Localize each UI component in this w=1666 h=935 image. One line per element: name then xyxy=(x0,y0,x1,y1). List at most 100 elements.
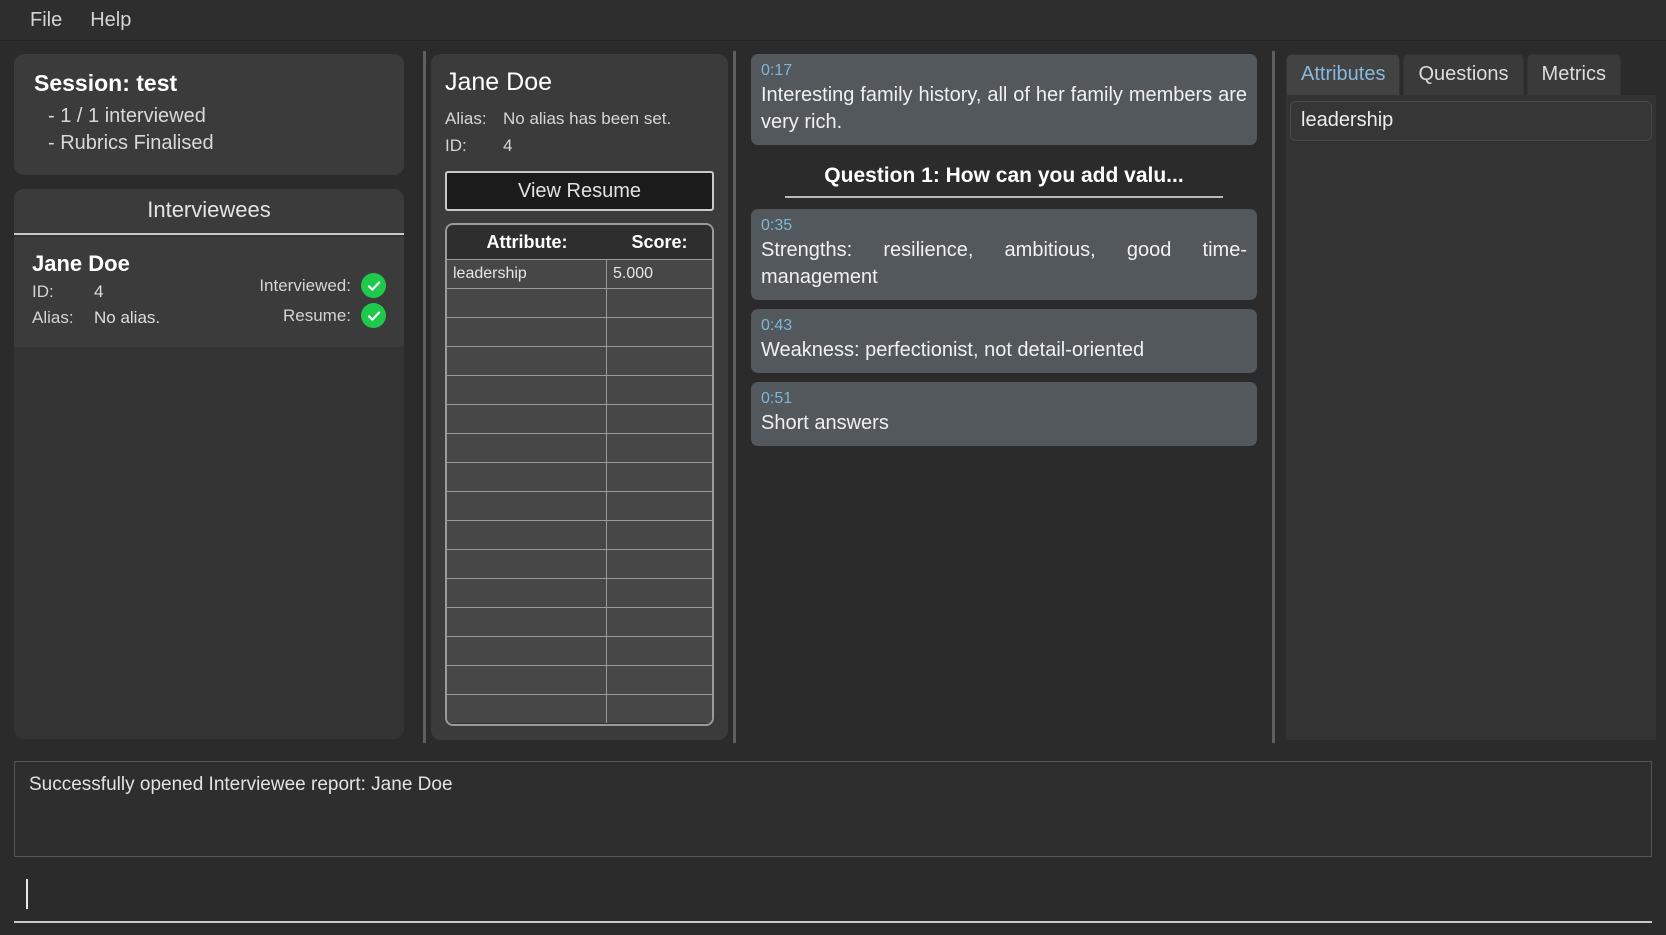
check-circle-icon xyxy=(361,273,386,298)
profile-alias-value: No alias has been set. xyxy=(503,109,672,128)
table-row[interactable] xyxy=(447,578,712,607)
list-item[interactable]: Jane Doe ID: 4 Alias: No alias. Intervie… xyxy=(14,237,404,347)
table-row[interactable] xyxy=(447,317,712,346)
cell-attribute xyxy=(447,550,607,578)
transcript-text: Strengths: resilience, ambitious, good t… xyxy=(761,239,1247,288)
table-row[interactable] xyxy=(447,491,712,520)
cell-attribute xyxy=(447,434,607,462)
splitter-right[interactable] xyxy=(1272,51,1275,743)
cell-score xyxy=(607,637,712,665)
cell-attribute xyxy=(447,695,607,723)
command-input[interactable] xyxy=(14,867,1652,923)
table-row[interactable] xyxy=(447,433,712,462)
tab-questions[interactable]: Questions xyxy=(1403,54,1524,95)
table-row[interactable] xyxy=(447,346,712,375)
cell-attribute xyxy=(447,579,607,607)
cell-attribute xyxy=(447,347,607,375)
splitter-profile[interactable] xyxy=(733,51,736,743)
table-header-row: Attribute: Score: xyxy=(447,225,712,259)
cell-score xyxy=(607,376,712,404)
cell-attribute xyxy=(447,608,607,636)
transcript-timestamp: 0:51 xyxy=(761,390,793,407)
session-title: Session: test xyxy=(34,70,178,96)
interviewee-status-group: Interviewed: Resume: xyxy=(259,251,386,328)
cell-score xyxy=(607,608,712,636)
table-row[interactable] xyxy=(447,288,712,317)
cell-attribute xyxy=(447,463,607,491)
interviewees-panel: Interviewees Jane Doe ID: 4 Alias: No al… xyxy=(14,189,404,739)
transcript-entry[interactable]: 0:17 Interesting family history, all of h… xyxy=(751,54,1257,145)
main-content-row: Session: test - 1 / 1 interviewed - Rubr… xyxy=(0,41,1666,753)
cell-score xyxy=(607,550,712,578)
splitter-left[interactable] xyxy=(423,51,426,743)
interviewee-id-label: ID: xyxy=(32,282,54,301)
table-row[interactable] xyxy=(447,462,712,491)
table-row[interactable] xyxy=(447,636,712,665)
text-cursor xyxy=(26,879,28,909)
session-summary-card: Session: test - 1 / 1 interviewed - Rubr… xyxy=(14,54,404,175)
table-row[interactable] xyxy=(447,549,712,578)
table-body: leadership 5.000 xyxy=(447,259,712,724)
transcript-timestamp: 0:43 xyxy=(761,317,793,334)
question-header: Question 1: How can you add valu... xyxy=(785,158,1223,198)
menu-help[interactable]: Help xyxy=(76,7,145,34)
transcript-entry[interactable]: 0:51 Short answers xyxy=(751,382,1257,446)
cell-attribute xyxy=(447,376,607,404)
resume-status: Resume: xyxy=(283,303,386,328)
transcript-column: 0:17 Interesting family history, all of h… xyxy=(741,41,1267,753)
transcript-timestamp: 0:17 xyxy=(761,62,793,79)
cell-attribute xyxy=(447,637,607,665)
cell-score xyxy=(607,521,712,549)
transcript-entry[interactable]: 0:43 Weakness: perfectionist, not detail-… xyxy=(751,309,1257,373)
check-circle-icon xyxy=(361,303,386,328)
cell-score xyxy=(607,289,712,317)
transcript-text: Weakness: perfectionist, not detail-orie… xyxy=(761,339,1145,361)
session-rubrics-status: - Rubrics Finalised xyxy=(48,132,214,154)
table-row[interactable] xyxy=(447,694,712,723)
tab-bar: Attributes Questions Metrics xyxy=(1286,54,1656,95)
transcript-text: Interesting family history, all of her f… xyxy=(761,84,1247,133)
interviewee-alias-label: Alias: xyxy=(32,308,74,327)
table-row[interactable] xyxy=(447,665,712,694)
interviewee-list: Jane Doe ID: 4 Alias: No alias. Intervie… xyxy=(14,235,404,739)
menu-file[interactable]: File xyxy=(16,7,76,34)
session-interviewed-count: - 1 / 1 interviewed xyxy=(48,105,206,127)
status-log-area: Successfully opened Interviewee report: … xyxy=(14,761,1652,857)
profile-alias-label: Alias: xyxy=(445,109,487,128)
cell-score xyxy=(607,405,712,433)
status-message: Successfully opened Interviewee report: … xyxy=(29,774,453,795)
profile-id-label: ID: xyxy=(445,136,467,155)
view-resume-button[interactable]: View Resume xyxy=(445,171,714,211)
cell-score xyxy=(607,347,712,375)
table-row[interactable] xyxy=(447,375,712,404)
attribute-list-item[interactable]: leadership xyxy=(1290,101,1652,141)
cell-attribute xyxy=(447,666,607,694)
table-row[interactable] xyxy=(447,404,712,433)
transcript-entry[interactable]: 0:35 Strengths: resilience, ambitious, go… xyxy=(751,209,1257,300)
tab-content-attributes: leadership xyxy=(1286,95,1656,740)
cell-attribute: leadership xyxy=(447,260,607,288)
column-header-score: Score: xyxy=(631,231,688,252)
profile-id-row: ID: 4 xyxy=(445,132,714,159)
column-header-attribute: Attribute: xyxy=(486,231,568,252)
resume-label: Resume: xyxy=(282,305,351,325)
transcript-timestamp: 0:35 xyxy=(761,217,793,234)
cell-score xyxy=(607,318,712,346)
interviewee-id-value: 4 xyxy=(94,282,104,301)
left-column: Session: test - 1 / 1 interviewed - Rubr… xyxy=(0,41,418,753)
interviewed-label: Interviewed: xyxy=(259,275,351,295)
cell-score: 5.000 xyxy=(607,260,712,288)
right-panel: Attributes Questions Metrics leadership xyxy=(1280,41,1666,753)
table-row[interactable]: leadership 5.000 xyxy=(447,259,712,288)
table-row[interactable] xyxy=(447,607,712,636)
tab-attributes[interactable]: Attributes xyxy=(1286,54,1401,95)
profile-card: Jane Doe Alias: No alias has been set. I… xyxy=(431,54,728,740)
attribute-score-table: Attribute: Score: leadership 5.000 xyxy=(445,223,714,726)
cell-score xyxy=(607,492,712,520)
interviewee-alias-value: No alias. xyxy=(94,308,161,327)
cell-score xyxy=(607,695,712,723)
table-row[interactable] xyxy=(447,520,712,549)
cell-attribute xyxy=(447,405,607,433)
tab-metrics[interactable]: Metrics xyxy=(1526,54,1621,95)
cell-attribute xyxy=(447,289,607,317)
